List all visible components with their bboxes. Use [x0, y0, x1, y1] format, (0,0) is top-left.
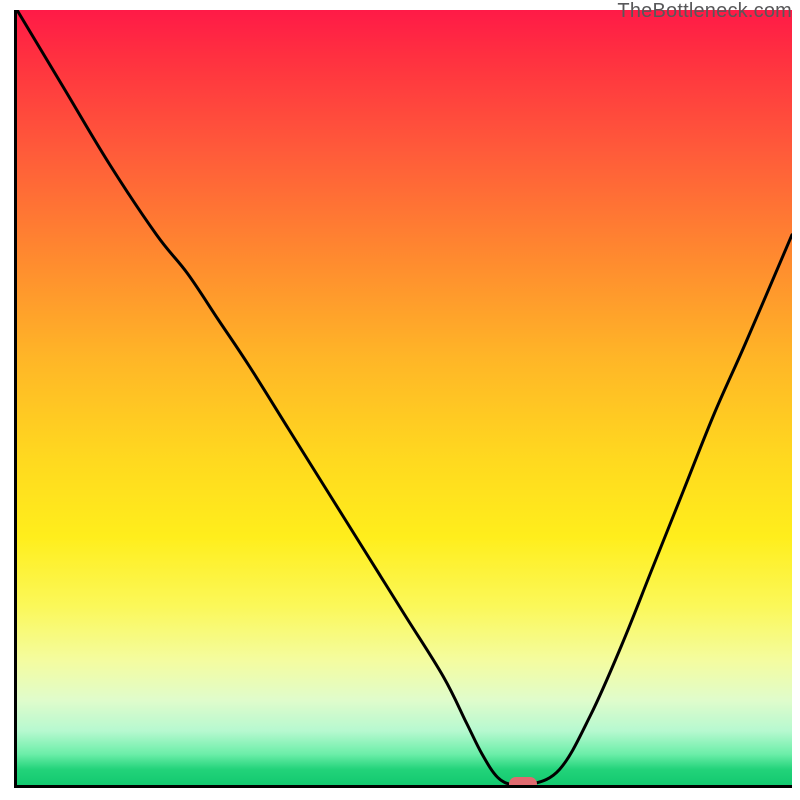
- plot-area: [14, 10, 792, 788]
- attribution-label: TheBottleneck.com: [617, 0, 792, 23]
- bottleneck-curve: [17, 10, 792, 785]
- bottleneck-chart: TheBottleneck.com: [0, 0, 800, 800]
- curve-layer: [17, 10, 792, 785]
- optimal-marker: [509, 777, 537, 788]
